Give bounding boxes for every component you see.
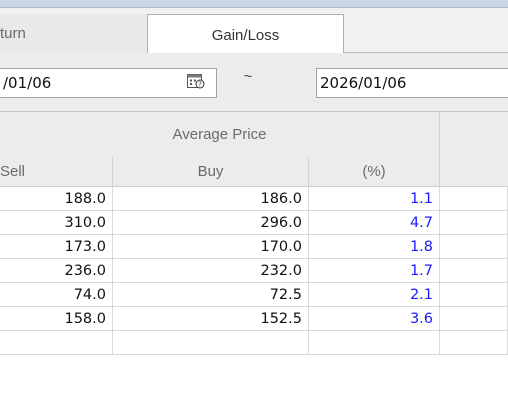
end-date-field[interactable]: 2026/01/06 xyxy=(316,68,508,98)
average-price-header: Average Price xyxy=(0,112,440,157)
blank-cell xyxy=(440,283,508,307)
header-blank-cell-2 xyxy=(440,157,508,186)
sell-cell xyxy=(0,331,113,355)
blank-cell xyxy=(440,187,508,211)
percent-cell: 1.7 xyxy=(309,259,440,283)
sell-cell: 188.0 xyxy=(0,187,113,211)
buy-cell: 186.0 xyxy=(113,187,309,211)
date-separator: ~ xyxy=(243,68,253,85)
table-row[interactable] xyxy=(0,331,508,355)
percent-cell: 1.8 xyxy=(309,235,440,259)
average-price-header-label: Average Price xyxy=(172,126,267,143)
table-row[interactable]: 236.0 232.0 1.7 xyxy=(0,259,508,283)
blank-cell xyxy=(440,259,508,283)
blank-cell xyxy=(440,235,508,259)
sell-cell: 173.0 xyxy=(0,235,113,259)
percent-cell: 2.1 xyxy=(309,283,440,307)
sell-cell: 310.0 xyxy=(0,211,113,235)
sell-column-label: Sell xyxy=(0,163,26,180)
tab-return[interactable]: turn xyxy=(0,14,161,53)
svg-text:?: ? xyxy=(198,81,202,89)
sell-cell: 236.0 xyxy=(0,259,113,283)
buy-cell: 296.0 xyxy=(113,211,309,235)
sell-cell: 74.0 xyxy=(0,283,113,307)
blank-cell xyxy=(440,331,508,355)
table-header-group-row: Average Price xyxy=(0,112,508,158)
buy-column-label: Buy xyxy=(197,163,224,180)
tab-gain-loss-label: Gain/Loss xyxy=(211,26,280,44)
end-date-value: 2026/01/06 xyxy=(320,74,407,92)
table-row[interactable]: 188.0 186.0 1.1 xyxy=(0,187,508,211)
table-row[interactable]: 158.0 152.5 3.6 xyxy=(0,307,508,331)
buy-column-header[interactable]: Buy xyxy=(113,157,309,186)
tab-return-label: turn xyxy=(0,25,26,42)
buy-cell xyxy=(113,331,309,355)
start-date-field[interactable]: /01/06 xyxy=(0,68,217,98)
table-column-header-row: Sell Buy (%) xyxy=(0,157,508,187)
buy-cell: 152.5 xyxy=(113,307,309,331)
start-date-value: /01/06 xyxy=(3,74,52,92)
tab-bar: turn Gain/Loss xyxy=(0,8,508,55)
sell-cell: 158.0 xyxy=(0,307,113,331)
table-row[interactable]: 310.0 296.0 4.7 xyxy=(0,211,508,235)
buy-cell: 232.0 xyxy=(113,259,309,283)
percent-cell xyxy=(309,331,440,355)
table-row[interactable]: 173.0 170.0 1.8 xyxy=(0,235,508,259)
header-blank-cell xyxy=(440,112,508,157)
sell-column-header[interactable]: Sell xyxy=(0,157,113,186)
percent-cell: 4.7 xyxy=(309,211,440,235)
window-top-border xyxy=(0,0,508,8)
blank-cell xyxy=(440,211,508,235)
percent-column-label: (%) xyxy=(362,163,386,180)
calendar-icon[interactable]: ? xyxy=(186,72,206,90)
percent-column-header[interactable]: (%) xyxy=(309,157,440,186)
gain-loss-table: Average Price Sell Buy (%) 188.0 186.0 1.1… xyxy=(0,112,508,401)
buy-cell: 170.0 xyxy=(113,235,309,259)
percent-cell: 3.6 xyxy=(309,307,440,331)
table-row[interactable]: 74.0 72.5 2.1 xyxy=(0,283,508,307)
blank-cell xyxy=(440,307,508,331)
percent-cell: 1.1 xyxy=(309,187,440,211)
tab-gain-loss[interactable]: Gain/Loss xyxy=(147,14,344,55)
buy-cell: 72.5 xyxy=(113,283,309,307)
